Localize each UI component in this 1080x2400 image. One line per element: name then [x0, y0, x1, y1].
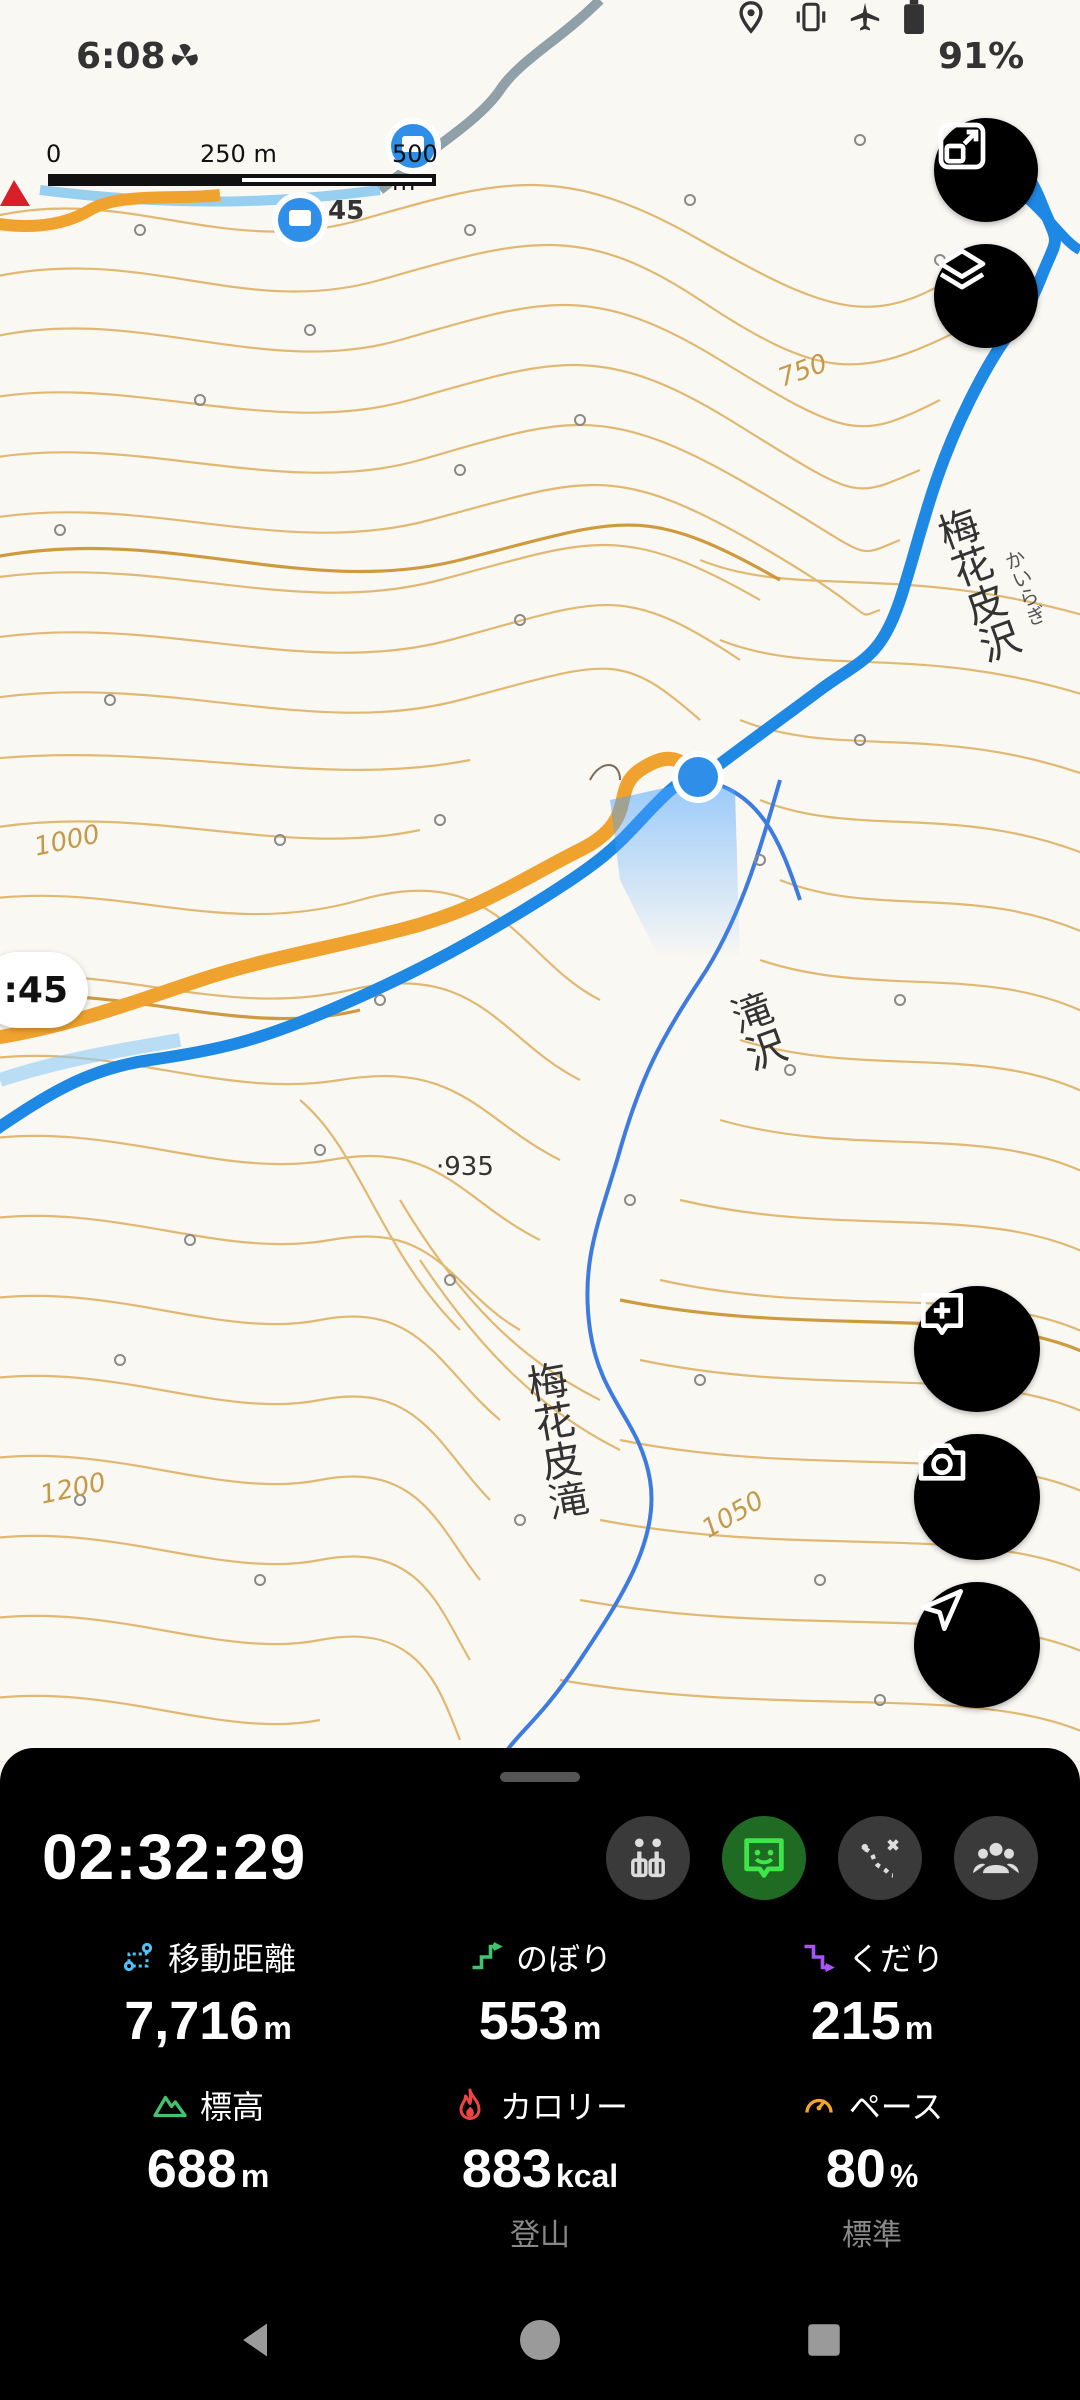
vibrate-icon — [796, 2, 826, 32]
layers-icon — [938, 248, 986, 290]
stat-pace-unit: % — [889, 2158, 919, 2194]
status-bar: 6:08 91% — [0, 0, 1080, 118]
checkpoint-icon — [631, 1838, 665, 1878]
back-triangle-icon — [243, 2323, 267, 2357]
back-button[interactable] — [226, 2310, 286, 2370]
spot-height-935: ·935 — [436, 1152, 494, 1182]
descent-icon — [804, 1944, 835, 1972]
camera-button[interactable] — [914, 1434, 1040, 1560]
comment-tool-button[interactable] — [722, 1816, 806, 1900]
stat-distance-label: 移動距離 — [167, 1940, 296, 1978]
activity-panel: 02:32:29 移動距離 7,716 m のぼり 553 m くだり 215 m — [0, 1748, 1080, 2400]
battery-icon — [904, 0, 924, 34]
stat-descent-unit: m — [904, 2010, 934, 2046]
home-button[interactable] — [510, 2310, 570, 2370]
panel-drag-handle[interactable] — [500, 1772, 580, 1782]
home-circle-icon — [520, 2320, 560, 2360]
stat-ascent-unit: m — [572, 2010, 602, 2046]
ascent-icon — [472, 1942, 503, 1970]
camera-icon — [918, 1443, 966, 1481]
recents-button[interactable] — [794, 2310, 854, 2370]
checkpoint-tool-button[interactable] — [606, 1816, 690, 1900]
stat-pace-label: ペース — [848, 2088, 944, 2126]
stat-calories-label: カロリー — [499, 2088, 628, 2126]
route-edit-tool-button[interactable] — [838, 1816, 922, 1900]
group-icon — [973, 1842, 1019, 1874]
stat-calories-value: 883 — [461, 2139, 552, 2199]
stat-descent-value: 215 — [810, 1991, 901, 2051]
stat-descent: くだり 215 m — [692, 1934, 1052, 2052]
comment-face-icon — [744, 1838, 784, 1878]
gauge-icon — [805, 2098, 833, 2113]
stat-calories: カロリー 883 kcal 登山 — [360, 2082, 720, 2254]
status-time: 6:08 — [76, 36, 166, 77]
scale-mid: 250 m — [200, 140, 277, 168]
fan-icon — [171, 43, 198, 66]
stat-ascent: のぼり 553 m — [360, 1934, 720, 2052]
expand-icon — [938, 122, 986, 170]
airplane-icon — [850, 2, 880, 31]
location-icon — [739, 1, 763, 34]
layers-button[interactable] — [934, 244, 1038, 348]
battery-percent: 91% — [938, 36, 1025, 77]
stat-ascent-value: 553 — [478, 1991, 569, 2051]
topographic-map[interactable]: 750 1000 ·935 1200 1050 45 梅花皮沢 かいらぎ 滝沢 … — [0, 0, 1080, 1760]
navigation-arrow-icon — [921, 1589, 963, 1631]
group-tool-button[interactable] — [954, 1816, 1038, 1900]
navigate-button[interactable] — [914, 1582, 1040, 1708]
add-note-icon — [921, 1293, 963, 1335]
stat-pace-level: 標準 — [842, 2218, 902, 2253]
time-bubble[interactable]: :45 — [0, 952, 88, 1028]
stat-calories-unit: kcal — [555, 2158, 619, 2194]
system-nav-bar — [0, 2290, 1080, 2400]
stat-pace-value: 80 — [825, 2139, 886, 2199]
add-note-button[interactable] — [914, 1286, 1040, 1412]
route-label-fragment: 45 — [328, 196, 365, 226]
stat-elevation-value: 688 — [146, 2139, 237, 2199]
scale-bar: 0 250 m 500 m — [46, 140, 446, 196]
scale-zero: 0 — [46, 140, 62, 168]
stat-elevation-label: 標高 — [199, 2088, 264, 2126]
elapsed-time: 02:32:29 — [42, 1821, 307, 1893]
stat-elevation-unit: m — [240, 2158, 270, 2194]
route-edit-icon — [861, 1839, 899, 1878]
stat-distance: 移動距離 7,716 m — [28, 1934, 388, 2052]
stat-distance-unit: m — [263, 2010, 292, 2046]
stat-pace: ペース 80% 標準 — [692, 2082, 1052, 2254]
stat-ascent-label: のぼり — [515, 1940, 612, 1978]
flame-icon — [459, 2088, 481, 2120]
stat-elevation: 標高 688 m — [28, 2082, 388, 2200]
stat-descent-label: くだり — [847, 1940, 944, 1978]
recents-square-icon — [808, 2324, 840, 2356]
mountain-icon — [153, 2095, 187, 2118]
scale-bar-graphic — [48, 174, 436, 186]
scale-end: 500 m — [392, 140, 438, 196]
expand-map-button[interactable] — [934, 118, 1038, 222]
stat-calories-activity: 登山 — [510, 2218, 570, 2253]
stat-distance-value: 7,716 — [124, 1991, 260, 2051]
distance-icon — [123, 1942, 153, 1972]
